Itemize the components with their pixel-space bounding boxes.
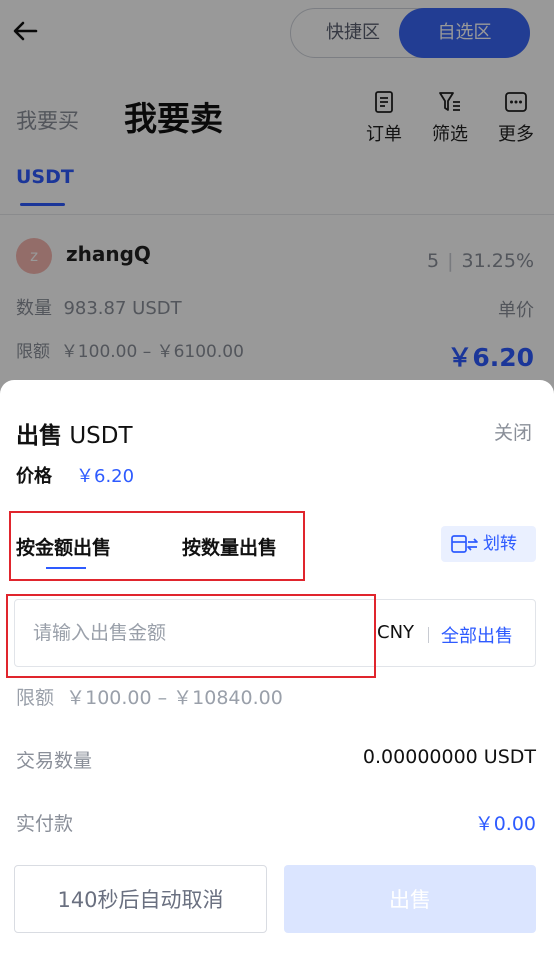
close-button[interactable]: 关闭 bbox=[494, 418, 532, 445]
currency-label: CNY bbox=[377, 622, 415, 643]
sell-limit: 限额 ￥100.00 – ￥10840.00 bbox=[16, 683, 283, 710]
sheet-title-action: 出售 bbox=[16, 423, 62, 449]
price-label: 价格 bbox=[16, 466, 52, 487]
sell-sheet: 出售 USDT 关闭 价格 ￥6.20 按金额出售 按数量出售 划转 CNY 全… bbox=[0, 380, 554, 954]
actual-payment-label: 实付款 bbox=[16, 813, 74, 835]
tab-sell-by-amount[interactable]: 按金额出售 bbox=[16, 533, 111, 560]
actual-payment-value: ￥0.00 bbox=[474, 813, 536, 835]
tab-sell-by-quantity[interactable]: 按数量出售 bbox=[182, 533, 277, 560]
transfer-button[interactable]: 划转 bbox=[441, 526, 536, 562]
sell-button[interactable]: 出售 bbox=[284, 865, 536, 933]
sheet-title-coin: USDT bbox=[69, 423, 133, 449]
sell-all-button[interactable]: 全部出售 bbox=[441, 622, 513, 648]
price-value: ￥6.20 bbox=[76, 466, 135, 487]
trade-quantity-label: 交易数量 bbox=[16, 750, 93, 772]
input-highlight-box bbox=[6, 594, 376, 678]
trade-quantity-value: 0.00000000 USDT bbox=[362, 746, 536, 768]
sell-limit-label: 限额 bbox=[16, 687, 55, 709]
field-separator bbox=[428, 627, 429, 643]
sheet-title: 出售 USDT bbox=[16, 416, 133, 450]
sell-limit-value: ￥100.00 – ￥10840.00 bbox=[66, 687, 283, 709]
transfer-label: 划转 bbox=[483, 534, 517, 554]
auto-cancel-button[interactable]: 140秒后自动取消 bbox=[14, 865, 267, 933]
tab-active-indicator bbox=[46, 567, 86, 569]
transfer-icon bbox=[451, 535, 478, 553]
